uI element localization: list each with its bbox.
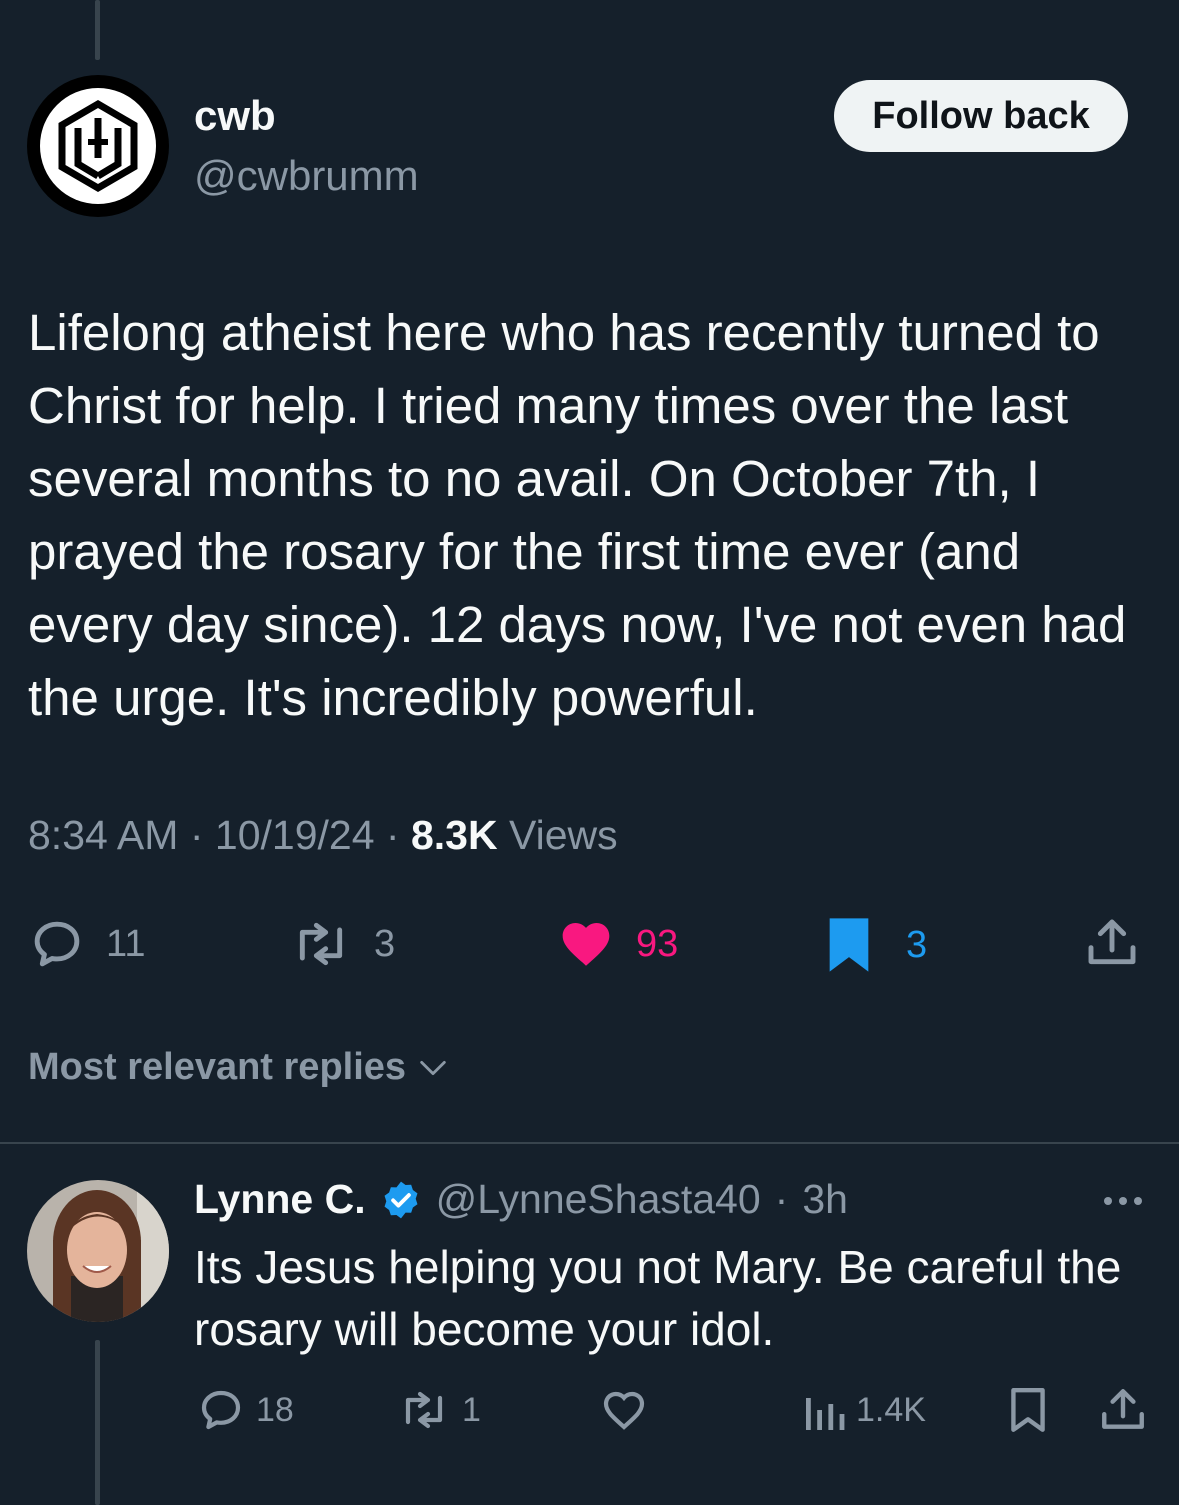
- share-icon: [1088, 919, 1136, 965]
- reply-like-action[interactable]: [598, 1386, 650, 1434]
- reply-count: 11: [106, 922, 146, 965]
- tweet-meta: 8:34 AM · 10/19/24 · 8.3K Views: [28, 812, 618, 859]
- cwb-logo-icon: [58, 99, 138, 193]
- reply-repost-action[interactable]: 1: [396, 1386, 481, 1434]
- reply-text: Its Jesus helping you not Mary. Be caref…: [194, 1241, 1122, 1355]
- more-options-button[interactable]: [1100, 1186, 1146, 1221]
- chevron-down-icon: [420, 1060, 446, 1075]
- meta-separator: ·: [385, 812, 400, 858]
- thread-line-top: [95, 0, 100, 60]
- reply-separator: ·: [774, 1176, 789, 1222]
- heart-icon: [562, 923, 610, 966]
- heart-icon: [603, 1391, 645, 1430]
- more-icon: [1104, 1197, 1142, 1205]
- reply-bookmark-button[interactable]: [1006, 1386, 1050, 1441]
- repost-icon: [299, 922, 343, 966]
- tweet-text: Lifelong atheist here who has recently t…: [28, 304, 1127, 726]
- reply-share-button[interactable]: [1098, 1384, 1148, 1441]
- thread-line-bottom: [95, 1340, 100, 1505]
- tweet-time[interactable]: 8:34 AM: [28, 812, 178, 858]
- reply-repost-count: 1: [462, 1390, 481, 1429]
- tweet-date[interactable]: 10/19/24: [215, 812, 375, 858]
- reply-reply-action[interactable]: 18: [196, 1386, 294, 1434]
- divider: [0, 1142, 1179, 1144]
- author-handle[interactable]: @cwbrumm: [194, 152, 419, 200]
- bookmark-icon: [1011, 1387, 1045, 1432]
- reply-icon: [201, 1390, 241, 1430]
- repost-icon: [405, 1391, 443, 1429]
- follow-back-button[interactable]: Follow back: [834, 80, 1128, 152]
- replies-sort-dropdown[interactable]: Most relevant replies: [28, 1046, 450, 1089]
- repost-count: 3: [374, 922, 396, 965]
- replies-sort-label: Most relevant replies: [28, 1046, 407, 1088]
- bookmark-count: 3: [906, 923, 928, 966]
- bookmark-icon: [829, 918, 869, 972]
- author-display-name[interactable]: cwb: [194, 92, 276, 140]
- reply-action[interactable]: 11: [28, 916, 145, 972]
- reply-views-count: 1.4K: [856, 1390, 926, 1429]
- like-count: 93: [636, 922, 679, 965]
- reply-reply-count: 18: [256, 1390, 294, 1429]
- repost-action[interactable]: 3: [288, 916, 395, 972]
- reply-author-name[interactable]: Lynne C.: [194, 1176, 366, 1223]
- reply-views-action[interactable]: 1.4K: [802, 1386, 926, 1434]
- reply-icon: [34, 921, 80, 967]
- author-avatar[interactable]: [27, 75, 169, 217]
- views-icon: [806, 1398, 845, 1430]
- bookmark-action[interactable]: 3: [826, 916, 927, 974]
- reply-header: Lynne C. @LynneShasta40 · 3h: [194, 1176, 848, 1223]
- avatar-photo: [27, 1180, 169, 1322]
- share-icon: [1102, 1389, 1144, 1429]
- like-action[interactable]: 93: [556, 916, 678, 972]
- reply-time[interactable]: 3h: [802, 1176, 848, 1223]
- views-label: Views: [509, 812, 618, 858]
- reply-author-avatar[interactable]: [27, 1180, 169, 1322]
- share-button[interactable]: [1084, 914, 1140, 977]
- views-count: 8.3K: [410, 812, 498, 858]
- verified-badge-icon[interactable]: [380, 1179, 422, 1221]
- meta-separator: ·: [189, 812, 204, 858]
- reply-author-handle[interactable]: @LynneShasta40: [436, 1176, 761, 1223]
